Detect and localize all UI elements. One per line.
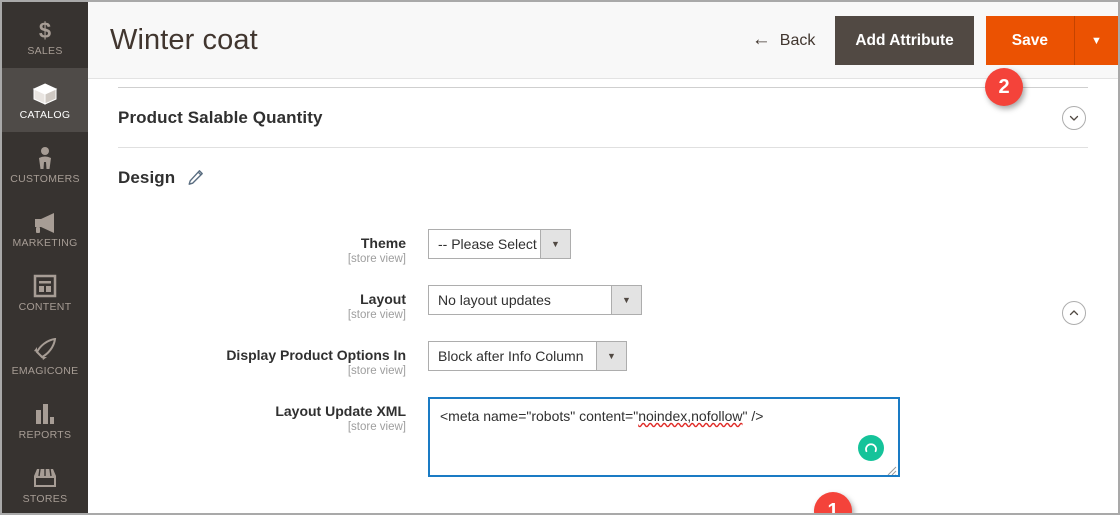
layout-update-xml-textarea[interactable]: <meta name="robots" content="noindex,nof… bbox=[428, 397, 900, 477]
section-header-product-salable-quantity[interactable]: Product Salable Quantity bbox=[118, 88, 1088, 147]
xml-value-prefix: <meta name="robots" content=" bbox=[440, 408, 639, 424]
field-scope: [store view] bbox=[347, 421, 406, 433]
page-title: Winter coat bbox=[110, 23, 258, 56]
xml-value-suffix: " /> bbox=[742, 408, 764, 424]
sidebar-item-label: REPORTS bbox=[18, 428, 72, 441]
storefront-icon bbox=[31, 464, 59, 490]
section-design: Design Theme [store view] -- Please Sele… bbox=[118, 148, 1088, 477]
field-label: Display Product Options In bbox=[226, 347, 406, 363]
sidebar-item-label: SALES bbox=[27, 44, 63, 57]
product-form-content: Product Salable Quantity Design Theme [s… bbox=[88, 79, 1118, 513]
section-product-salable-quantity: Product Salable Quantity bbox=[118, 88, 1088, 148]
sidebar-item-reports[interactable]: REPORTS bbox=[2, 388, 88, 452]
dollar-icon: $ bbox=[35, 16, 55, 42]
chevron-down-icon: ▼ bbox=[596, 342, 626, 370]
design-fields: Theme [store view] -- Please Select -- ▼… bbox=[118, 207, 1088, 477]
field-display-product-options-in: Display Product Options In [store view] … bbox=[118, 341, 1088, 379]
chevron-down-icon: ▼ bbox=[540, 230, 570, 258]
field-scope: [store view] bbox=[347, 309, 406, 321]
chevron-down-icon: ▼ bbox=[1091, 34, 1102, 47]
field-label: Layout Update XML bbox=[275, 403, 406, 419]
grammarly-icon[interactable] bbox=[858, 435, 884, 461]
theme-select-value: -- Please Select -- bbox=[438, 236, 551, 252]
field-layout-update-xml: Layout Update XML [store view] <meta nam… bbox=[118, 397, 1088, 477]
sidebar-item-marketing[interactable]: MARKETING bbox=[2, 196, 88, 260]
display-product-options-select[interactable]: Block after Info Column ▼ bbox=[428, 341, 627, 371]
sidebar-item-label: CONTENT bbox=[18, 300, 72, 313]
back-button-label: Back bbox=[779, 31, 816, 49]
back-button[interactable]: ← Back bbox=[751, 29, 816, 50]
field-label: Layout bbox=[360, 291, 406, 307]
megaphone-icon bbox=[32, 208, 58, 234]
arrow-left-icon: ← bbox=[751, 29, 771, 50]
field-label-wrap: Layout [store view] bbox=[118, 285, 428, 323]
chevron-down-icon: ▼ bbox=[611, 286, 641, 314]
header-actions: ← Back Add Attribute Save ▼ bbox=[752, 2, 1118, 79]
sidebar-item-label: EMAGICONE bbox=[11, 364, 79, 377]
resize-grip-icon[interactable] bbox=[885, 462, 897, 475]
layout-select-value: No layout updates bbox=[438, 292, 551, 308]
field-label: Theme bbox=[360, 235, 406, 251]
svg-text:$: $ bbox=[39, 18, 51, 42]
layout-icon bbox=[33, 272, 57, 298]
save-split-button: Save ▼ bbox=[985, 16, 1118, 65]
xml-value-misspelled: noindex,nofollow bbox=[638, 408, 743, 424]
sidebar-item-emagicone[interactable]: EMAGICONE bbox=[2, 324, 88, 388]
field-label-wrap: Theme [store view] bbox=[118, 229, 428, 267]
field-scope: [store view] bbox=[347, 253, 406, 265]
box-icon bbox=[32, 80, 58, 106]
sidebar-item-sales[interactable]: $ SALES bbox=[2, 4, 88, 68]
field-label-wrap: Layout Update XML [store view] bbox=[118, 397, 428, 435]
callout-badge-2: 2 bbox=[985, 68, 1023, 106]
sidebar-item-label: CUSTOMERS bbox=[10, 172, 80, 185]
save-dropdown-toggle[interactable]: ▼ bbox=[1074, 16, 1118, 65]
main-area: Winter coat ← Back Add Attribute Save ▼ bbox=[88, 2, 1118, 513]
sidebar-item-stores[interactable]: STORES bbox=[2, 452, 88, 513]
rocket-icon bbox=[32, 336, 58, 362]
field-theme: Theme [store view] -- Please Select -- ▼ bbox=[118, 229, 1088, 267]
sidebar-item-catalog[interactable]: CATALOG bbox=[2, 68, 88, 132]
section-title: Product Salable Quantity bbox=[118, 107, 323, 127]
callout-badge-1: 1 bbox=[814, 492, 852, 513]
page-header: Winter coat ← Back Add Attribute Save ▼ bbox=[88, 2, 1118, 79]
sidebar-item-label: CATALOG bbox=[19, 108, 71, 121]
save-button[interactable]: Save bbox=[985, 16, 1074, 65]
sidebar-item-content[interactable]: CONTENT bbox=[2, 260, 88, 324]
section-header-design[interactable]: Design bbox=[118, 148, 1088, 325]
field-scope: [store view] bbox=[347, 365, 406, 377]
layout-select[interactable]: No layout updates ▼ bbox=[428, 285, 642, 315]
theme-select[interactable]: -- Please Select -- ▼ bbox=[428, 229, 571, 259]
field-label-wrap: Display Product Options In [store view] bbox=[118, 341, 428, 379]
display-product-options-select-value: Block after Info Column bbox=[438, 348, 584, 364]
field-layout: Layout [store view] No layout updates ▼ bbox=[118, 285, 1088, 323]
add-attribute-button[interactable]: Add Attribute bbox=[835, 16, 974, 65]
chevron-down-circle-icon[interactable] bbox=[1062, 106, 1086, 130]
pencil-icon[interactable] bbox=[187, 169, 204, 186]
sidebar-item-customers[interactable]: CUSTOMERS bbox=[2, 132, 88, 196]
chevron-up-circle-icon[interactable] bbox=[1062, 300, 1086, 325]
person-icon bbox=[35, 144, 55, 170]
magento-admin-window: $ SALES CATALOG CUSTOMERS MARKETING CONT… bbox=[0, 0, 1120, 515]
sidebar-item-label: MARKETING bbox=[12, 236, 78, 249]
admin-sidebar: $ SALES CATALOG CUSTOMERS MARKETING CONT… bbox=[2, 2, 88, 513]
section-title: Design bbox=[118, 167, 176, 187]
bar-chart-icon bbox=[33, 400, 57, 426]
sidebar-item-label: STORES bbox=[22, 492, 68, 505]
